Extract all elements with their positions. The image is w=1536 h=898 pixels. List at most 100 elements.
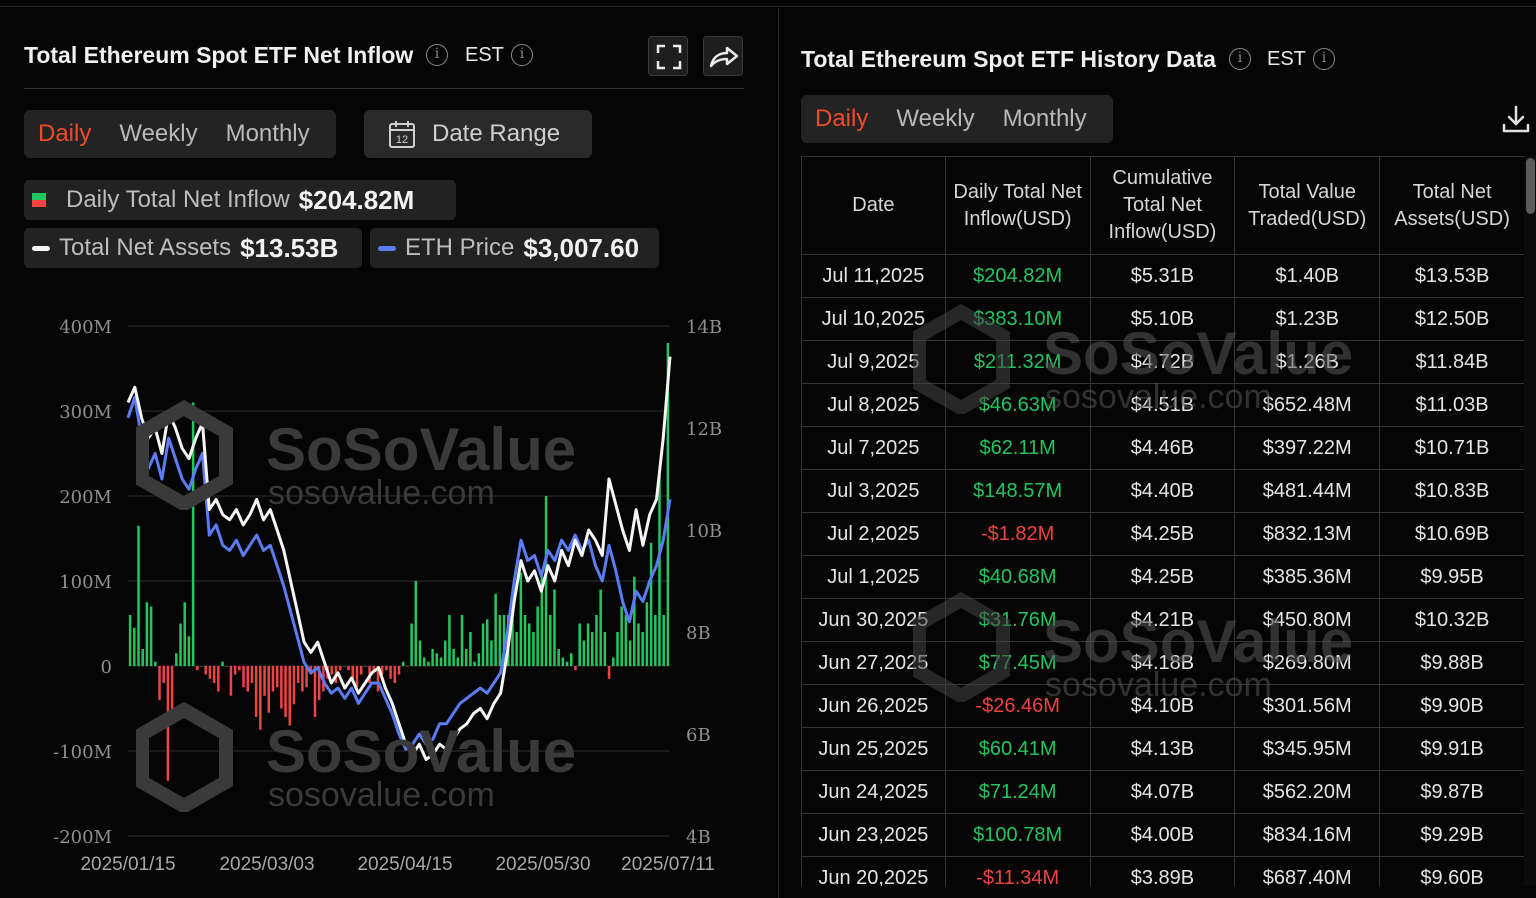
y-left-tick-label: 200M [59, 487, 112, 508]
inflow-bar [620, 606, 623, 666]
table-row[interactable]: Jul 3,2025 $148.57M $4.40B $481.44M $10.83B [801, 469, 1525, 513]
cell-value-traded: $385.36M [1234, 555, 1380, 599]
cell-date: Jul 11,2025 [801, 254, 946, 298]
inflow-bar [347, 666, 350, 671]
table-scrollbar-thumb[interactable] [1526, 158, 1535, 214]
history-panel-title: Total Ethereum Spot ETF History Data [801, 46, 1216, 72]
inflow-bar [586, 623, 590, 666]
table-row[interactable]: Jul 11,2025 $204.82M $5.31B $1.40B $13.53B [801, 254, 1525, 298]
cell-cumulative: $3.89B [1089, 856, 1235, 886]
inflow-bar [217, 666, 220, 692]
cell-net-assets: $10.83B [1379, 469, 1525, 513]
table-scrollbar-track[interactable] [1524, 156, 1536, 886]
table-row[interactable]: Jul 10,2025 $383.10M $5.10B $1.23B $12.50B [801, 297, 1525, 341]
inflow-bar [401, 661, 405, 666]
y-right-tick-label: 10B [686, 521, 722, 542]
cell-net-assets: $10.71B [1379, 426, 1525, 470]
col-cumulative-header[interactable]: Cumulative Total Net Inflow(USD) [1089, 156, 1236, 255]
cell-daily-inflow: $211.32M [944, 340, 1091, 384]
cell-net-assets: $9.91B [1379, 727, 1525, 771]
cell-value-traded: $450.80M [1234, 598, 1380, 642]
inflow-bar [498, 615, 502, 666]
inflow-bar [565, 661, 569, 666]
cell-net-assets: $9.29B [1379, 813, 1525, 857]
y-right-tick-label: 8B [686, 623, 711, 644]
col-value-traded-header[interactable]: Total Value Traded(USD) [1234, 156, 1381, 255]
inflow-bar [553, 589, 556, 666]
cell-daily-inflow: -$1.82M [944, 512, 1091, 556]
inflow-bar [359, 666, 363, 675]
cell-cumulative: $4.13B [1089, 727, 1235, 771]
cell-daily-inflow: $77.45M [944, 641, 1091, 685]
inflow-bar [599, 589, 602, 666]
inflow-bar [292, 666, 296, 705]
tab-monthly[interactable]: Monthly [989, 105, 1101, 133]
inflow-bar [397, 666, 401, 675]
inflow-bar [187, 636, 191, 666]
inflow-bar [179, 623, 182, 666]
inflow-bar [275, 666, 279, 688]
inflow-bar [460, 615, 464, 666]
table-row[interactable]: Jul 8,2025 $46.63M $4.51B $652.48M $11.03B [801, 383, 1525, 427]
cell-value-traded: $652.48M [1234, 383, 1380, 427]
eth-price-line [126, 395, 672, 751]
tab-weekly[interactable]: Weekly [882, 105, 988, 133]
history-table-container[interactable]: Date Daily Total Net Inflow(USD) Cumulat… [801, 156, 1525, 886]
inflow-bar [221, 661, 224, 666]
cell-date: Jun 24,2025 [801, 770, 946, 814]
col-date-header[interactable]: Date [801, 156, 946, 255]
inflow-bar [431, 649, 434, 666]
table-row[interactable]: Jun 23,2025 $100.78M $4.00B $834.16M $9.29B [801, 813, 1525, 857]
inflow-bar [494, 593, 497, 666]
y-left-tick-label: 400M [59, 317, 112, 338]
table-row[interactable]: Jun 20,2025 -$11.34M $3.89B $687.40M $9.60B [801, 856, 1525, 886]
inflow-bar [288, 666, 292, 726]
inflow-bar [385, 666, 388, 671]
inflow-bar [196, 666, 199, 671]
inflow-bar [570, 653, 573, 666]
inflow-bar [225, 666, 228, 667]
inflow-bar [624, 615, 628, 666]
col-daily-inflow-header[interactable]: Daily Total Net Inflow(USD) [944, 156, 1091, 255]
cell-value-traded: $345.95M [1234, 727, 1380, 771]
inflow-chart[interactable]: 400M 300M 200M 100M 0 -100M -200M 14B 12B 10B 8B 6B… [0, 8, 770, 898]
table-row[interactable]: Jun 25,2025 $60.41M $4.13B $345.95M $9.91B [801, 727, 1525, 771]
info-icon[interactable]: i [1229, 48, 1251, 70]
inflow-bar [477, 653, 481, 666]
inflow-bar [355, 666, 359, 688]
table-row[interactable]: Jul 9,2025 $211.32M $4.72B $1.26B $11.84B [801, 340, 1525, 384]
timezone-info-icon[interactable]: i [1313, 48, 1335, 70]
inflow-bar [250, 666, 254, 683]
table-row[interactable]: Jul 2,2025 -$1.82M $4.25B $832.13M $10.69B [801, 512, 1525, 556]
inflow-bar [313, 666, 317, 717]
inflow-bar [301, 666, 304, 692]
inflow-bar [183, 602, 186, 666]
tab-daily[interactable]: Daily [801, 105, 882, 133]
inflow-bar [464, 649, 468, 666]
x-tick-label: 2025/03/03 [219, 854, 314, 875]
inflow-bar [532, 632, 535, 666]
inflow-bar [536, 606, 539, 666]
cell-date: Jun 27,2025 [801, 641, 946, 685]
col-net-assets-header[interactable]: Total Net Assets(USD) [1379, 156, 1525, 255]
cell-date: Jul 9,2025 [801, 340, 946, 384]
inflow-bar [473, 661, 476, 666]
inflow-bar [296, 666, 300, 683]
inflow-bar [166, 666, 170, 781]
table-row[interactable]: Jun 26,2025 -$26.46M $4.10B $301.56M $9.90B [801, 684, 1525, 728]
table-row[interactable]: Jun 24,2025 $71.24M $4.07B $562.20M $9.87B [801, 770, 1525, 814]
inflow-bar [212, 666, 216, 683]
inflow-bar [582, 640, 586, 666]
table-row[interactable]: Jun 27,2025 $77.45M $4.18B $269.80M $9.88B [801, 641, 1525, 685]
cell-value-traded: $269.80M [1234, 641, 1380, 685]
table-row[interactable]: Jun 30,2025 $31.76M $4.21B $450.80M $10.32B [801, 598, 1525, 642]
table-row[interactable]: Jul 1,2025 $40.68M $4.25B $385.36M $9.95B [801, 555, 1525, 599]
download-button[interactable] [1501, 104, 1531, 134]
cell-value-traded: $834.16M [1234, 813, 1380, 857]
inflow-bar [280, 666, 283, 709]
cell-net-assets: $9.88B [1379, 641, 1525, 685]
table-row[interactable]: Jul 7,2025 $62.11M $4.46B $397.22M $10.71B [801, 426, 1525, 470]
cell-daily-inflow: $148.57M [944, 469, 1091, 513]
cell-cumulative: $5.31B [1089, 254, 1235, 298]
inflow-bar [141, 649, 144, 666]
